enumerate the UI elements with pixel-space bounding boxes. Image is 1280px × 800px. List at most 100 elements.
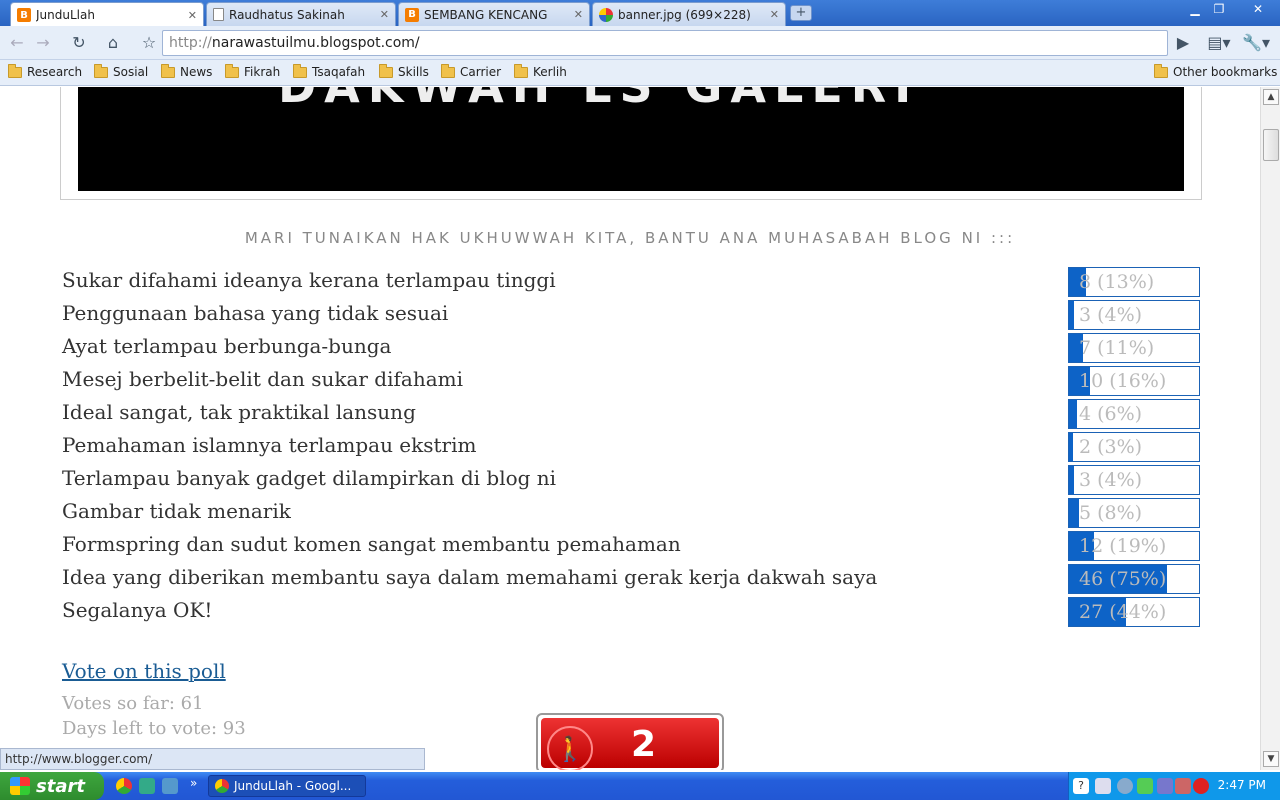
- poll-option-row: Ideal sangat, tak praktikal lansung 4 (6%…: [62, 397, 1200, 430]
- forward-icon[interactable]: →: [30, 31, 56, 55]
- task-label: JunduLlah - Googl...: [234, 779, 352, 793]
- poll-option-label: Gambar tidak menarik: [62, 499, 291, 523]
- folder-icon: [94, 63, 108, 78]
- poll-option-label: Segalanya OK!: [62, 598, 213, 622]
- window-close-icon[interactable]: ✕: [1240, 1, 1276, 17]
- vertical-scrollbar[interactable]: ▲ ▼: [1260, 87, 1280, 770]
- restore-icon[interactable]: ❐: [1208, 1, 1230, 17]
- blogger-icon: B: [17, 8, 31, 22]
- tab-label: Raudhatus Sakinah: [229, 7, 345, 22]
- network-icon[interactable]: [1137, 778, 1153, 794]
- taskbar-chrome-window[interactable]: JunduLlah - Googl...: [208, 775, 366, 797]
- antivirus-icon[interactable]: [1193, 778, 1209, 794]
- browser-tab-strip: B JunduLlah ✕ Raudhatus Sakinah ✕ B SEMB…: [0, 0, 1280, 27]
- system-tray: ? 2:47 PM: [1068, 772, 1280, 800]
- other-bookmarks[interactable]: Other bookmarks: [1154, 63, 1277, 79]
- poll-title: MARI TUNAIKAN HAK UKHUWWAH KITA, BANTU A…: [244, 229, 1016, 247]
- close-icon[interactable]: ✕: [770, 8, 779, 21]
- chrome-icon[interactable]: [116, 778, 132, 794]
- poll-result-count: 5 (8%): [1079, 502, 1143, 524]
- windows-taskbar: start » JunduLlah - Googl... ? 2:47 PM: [0, 772, 1280, 800]
- poll-result-bar: 2 (3%): [1068, 432, 1200, 462]
- spreadsheet-icon[interactable]: [139, 778, 155, 794]
- poll-result-count: 8 (13%): [1079, 271, 1155, 293]
- blog-banner-image: DAKWAH LS GALERI: [78, 87, 1184, 191]
- bookmark-label: Sosial: [113, 65, 149, 79]
- tab-banner-jpg[interactable]: banner.jpg (699×228) ✕: [592, 2, 786, 26]
- poll-options: Sukar difahami ideanya kerana terlampau …: [62, 265, 1200, 628]
- visitor-counter-widget[interactable]: 🚶 2: [536, 713, 724, 770]
- poll-option-row: Pemahaman islamnya terlampau ekstrim 2 (3…: [62, 430, 1200, 463]
- scroll-thumb[interactable]: [1263, 129, 1279, 161]
- close-icon[interactable]: ✕: [574, 8, 583, 21]
- bookmark-folder-news[interactable]: News: [161, 63, 212, 79]
- tray-app-icon[interactable]: [1095, 778, 1111, 794]
- bookmark-folder-kerlih[interactable]: Kerlih: [514, 63, 567, 79]
- poll-option-row: Formspring dan sudut komen sangat memban…: [62, 529, 1200, 562]
- address-host: narawastuilmu.blogspot.com/: [211, 35, 420, 51]
- home-icon[interactable]: ⌂: [100, 31, 126, 55]
- start-button[interactable]: start: [0, 772, 104, 800]
- address-scheme: http://: [169, 35, 212, 51]
- poll-result-count: 7 (11%): [1079, 337, 1155, 359]
- address-bar[interactable]: http://narawastuilmu.blogspot.com/: [162, 30, 1168, 56]
- reload-icon[interactable]: ↻: [66, 31, 92, 55]
- poll-option-row: Sukar difahami ideanya kerana terlampau …: [62, 265, 1200, 298]
- close-icon[interactable]: ✕: [380, 8, 389, 21]
- poll-result-bar: 5 (8%): [1068, 498, 1200, 528]
- poll-option-label: Formspring dan sudut komen sangat memban…: [62, 532, 681, 556]
- minimize-icon[interactable]: ▁: [1184, 1, 1206, 17]
- folder-icon: [379, 63, 393, 78]
- go-icon[interactable]: ▶: [1170, 31, 1196, 55]
- bookmark-folder-research[interactable]: Research: [8, 63, 82, 79]
- help-icon[interactable]: ?: [1073, 778, 1089, 794]
- security-icon[interactable]: [1175, 778, 1191, 794]
- bookmark-folder-sosial[interactable]: Sosial: [94, 63, 149, 79]
- new-tab-button[interactable]: +: [790, 5, 812, 21]
- poll-result-count: 46 (75%): [1079, 568, 1167, 590]
- display-icon[interactable]: [1157, 778, 1173, 794]
- poll-option-row: Mesej berbelit-belit dan sukar difahami 1…: [62, 364, 1200, 397]
- page-menu-icon[interactable]: ▤▾: [1204, 31, 1234, 55]
- blogger-icon: B: [405, 7, 419, 22]
- poll-option-row: Idea yang diberikan membantu saya dalam …: [62, 562, 1200, 595]
- poll-result-bar: 10 (16%): [1068, 366, 1200, 396]
- poll-result-fill: [1069, 400, 1077, 428]
- wrench-icon[interactable]: 🔧▾: [1240, 31, 1272, 55]
- tab-raudhatus-sakinah[interactable]: Raudhatus Sakinah ✕: [206, 2, 396, 26]
- bookmark-label: Tsaqafah: [312, 65, 366, 79]
- tab-jundullah[interactable]: B JunduLlah ✕: [10, 2, 204, 27]
- bookmark-folder-tsaqafah[interactable]: Tsaqafah: [293, 63, 366, 79]
- start-label: start: [36, 775, 85, 797]
- bookmark-folder-carrier[interactable]: Carrier: [441, 63, 501, 79]
- poll-result-bar: 4 (6%): [1068, 399, 1200, 429]
- internet-explorer-icon[interactable]: [162, 778, 178, 794]
- poll-result-bar: 3 (4%): [1068, 300, 1200, 330]
- poll-result-bar: 7 (11%): [1068, 333, 1200, 363]
- folder-icon: [161, 63, 175, 78]
- tab-sembang-kencang[interactable]: B SEMBANG KENCANG ✕: [398, 2, 590, 26]
- vote-on-poll-link[interactable]: Vote on this poll: [62, 659, 226, 683]
- bookmark-label: Fikrah: [244, 65, 281, 79]
- votes-so-far: Votes so far: 61: [62, 693, 204, 714]
- poll-option-label: Sukar difahami ideanya kerana terlampau …: [62, 268, 556, 292]
- poll-result-count: 10 (16%): [1079, 370, 1167, 392]
- scroll-down-icon[interactable]: ▼: [1263, 751, 1279, 767]
- bookmark-folder-fikrah[interactable]: Fikrah: [225, 63, 281, 79]
- bookmark-folder-skills[interactable]: Skills: [379, 63, 429, 79]
- banner-lettering: DAKWAH LS GALERI: [278, 87, 919, 113]
- page-icon: [213, 8, 224, 21]
- folder-icon: [514, 63, 528, 78]
- poll-result-count: 2 (3%): [1079, 436, 1143, 458]
- poll-option-label: Penggunaan bahasa yang tidak sesuai: [62, 301, 449, 325]
- system-clock: 2:47 PM: [1217, 778, 1266, 792]
- chrome-icon: [215, 779, 229, 793]
- quicklaunch-more-icon[interactable]: »: [190, 776, 197, 790]
- poll-result-fill: [1069, 466, 1075, 494]
- scroll-up-icon[interactable]: ▲: [1263, 89, 1279, 105]
- close-icon[interactable]: ✕: [188, 9, 197, 22]
- back-arrow-icon[interactable]: [1117, 778, 1133, 794]
- poll-result-bar: 8 (13%): [1068, 267, 1200, 297]
- back-icon[interactable]: ←: [4, 31, 30, 55]
- star-icon[interactable]: ☆: [136, 31, 162, 55]
